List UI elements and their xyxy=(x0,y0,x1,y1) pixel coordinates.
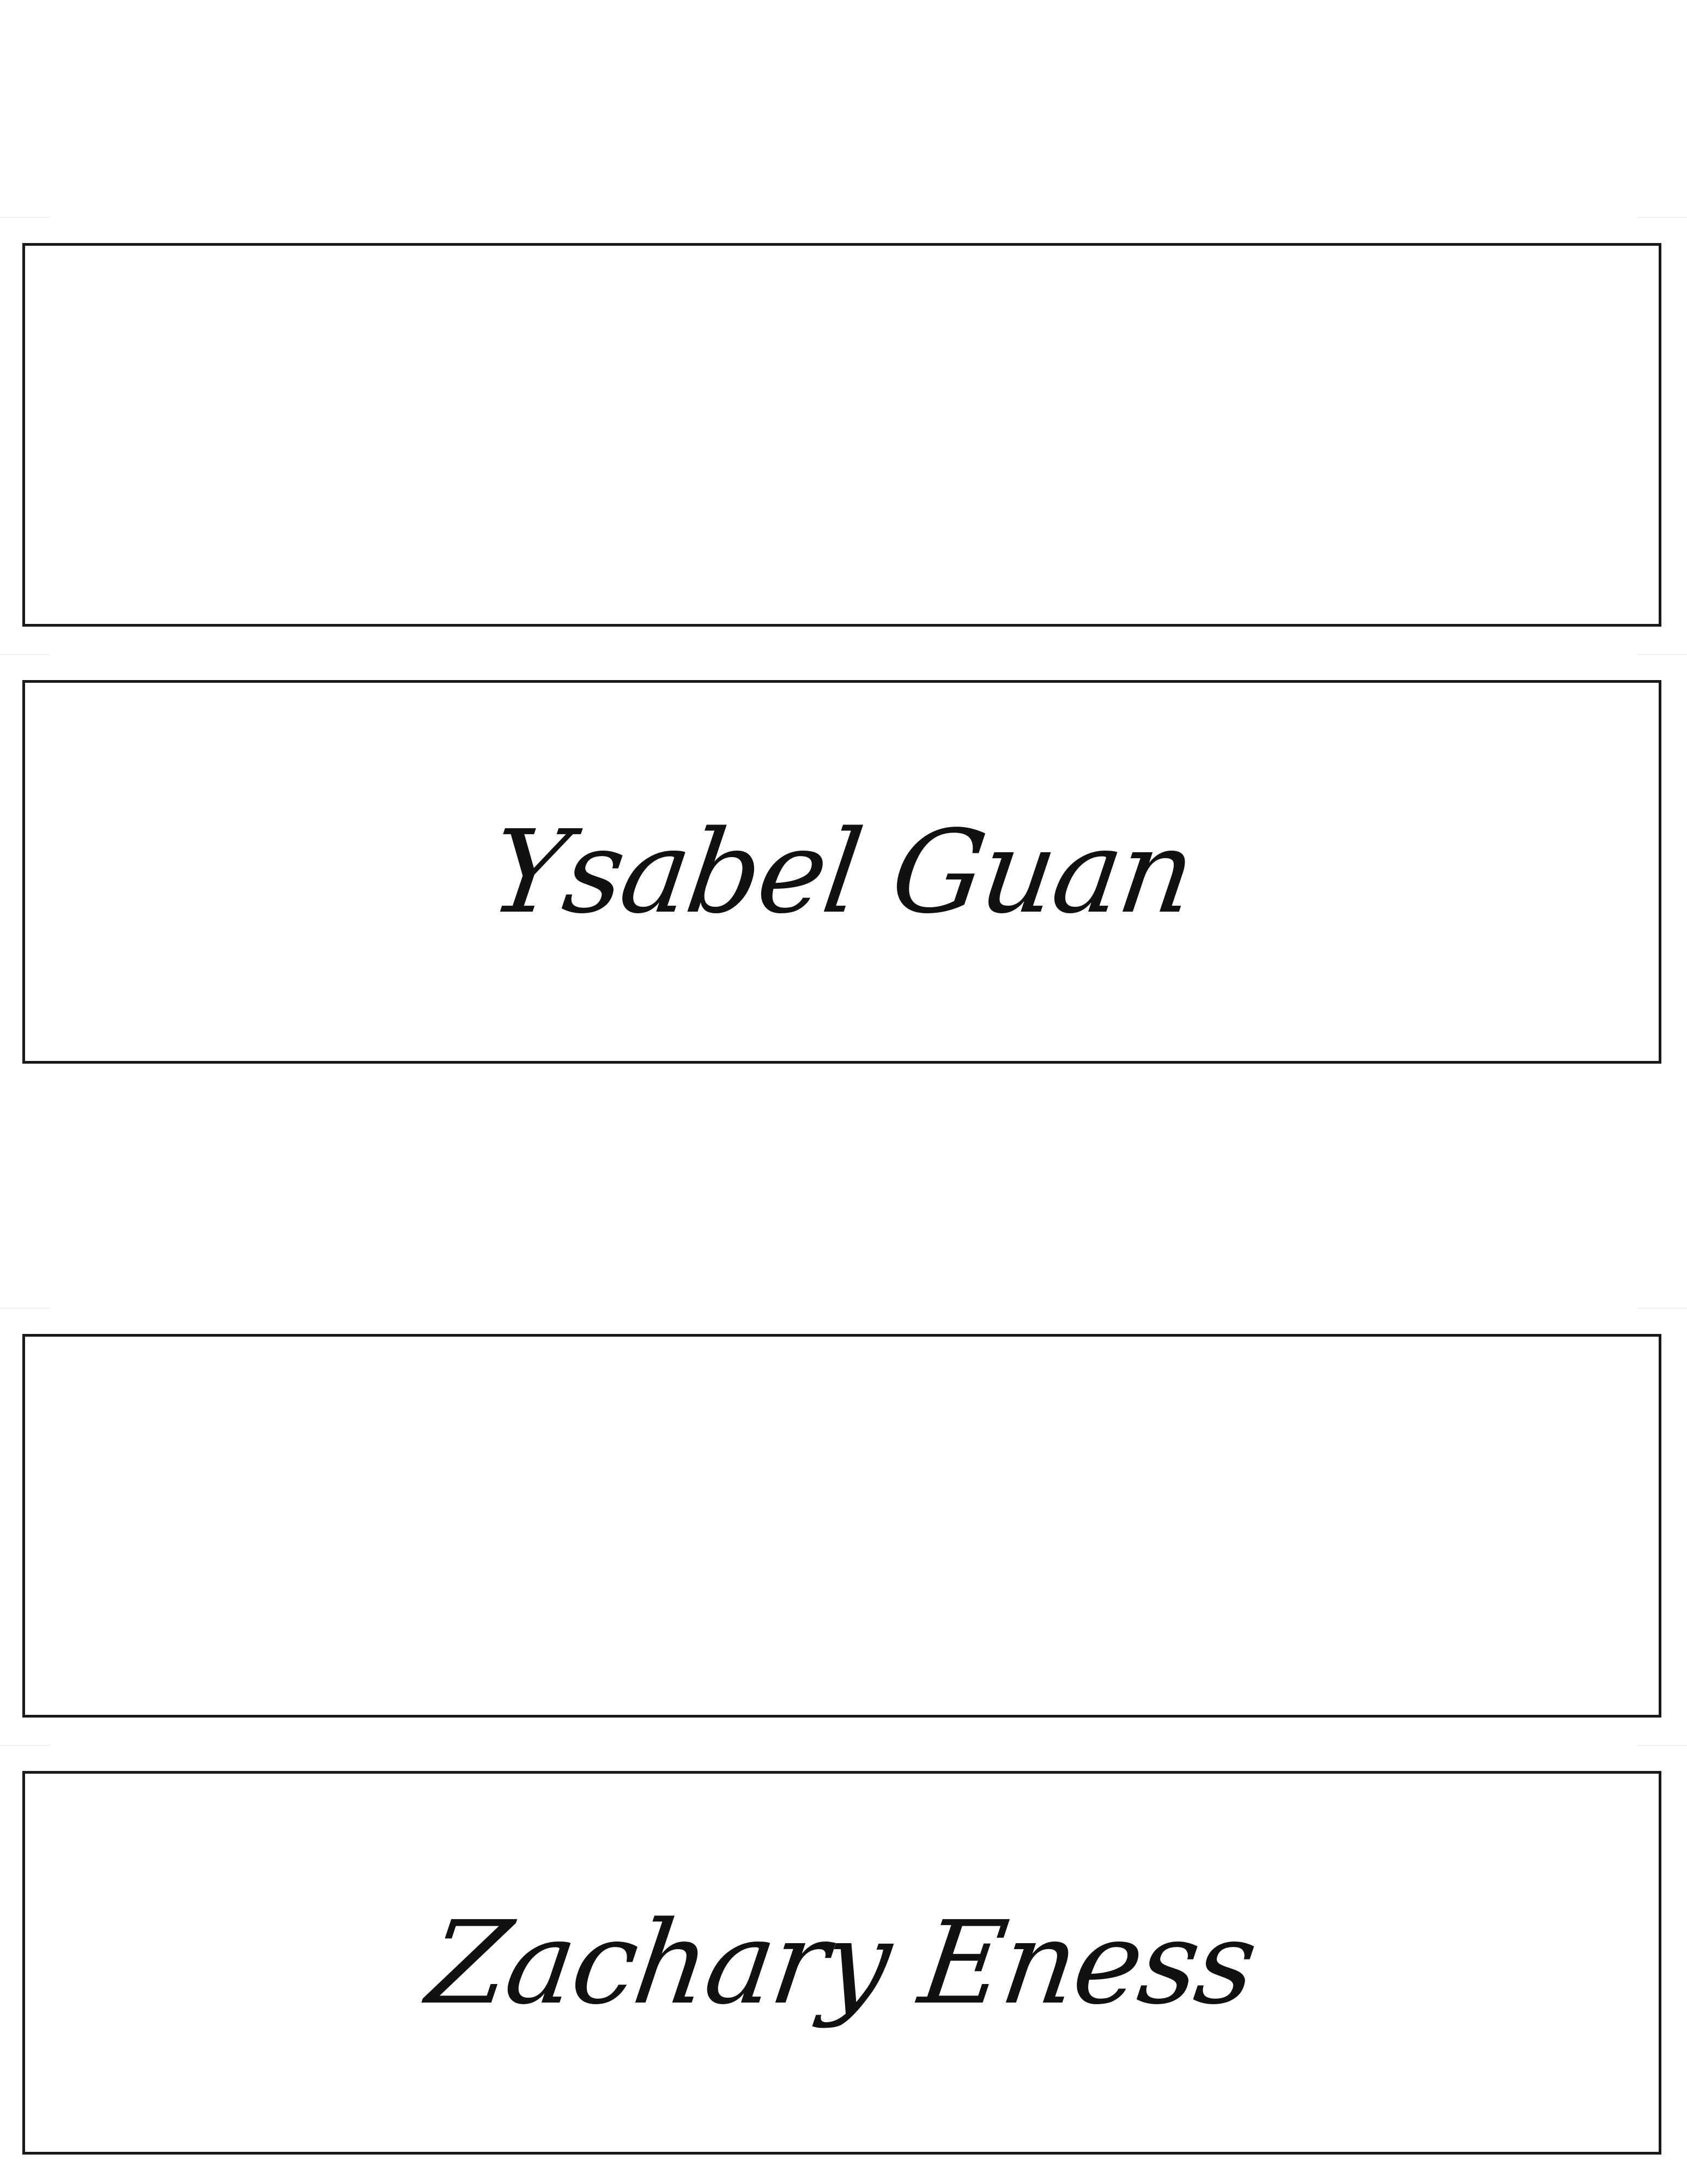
fold-mark-left-2 xyxy=(0,654,50,655)
place-card-1-front-panel xyxy=(22,243,1661,627)
fold-mark-right-2 xyxy=(1637,654,1687,655)
fold-mark-right-4 xyxy=(1637,1745,1687,1746)
fold-mark-right-3 xyxy=(1637,1308,1687,1309)
place-card-1-back-panel: Ysabel Guan xyxy=(22,680,1661,1064)
fold-mark-right-1 xyxy=(1637,217,1687,218)
fold-mark-left-4 xyxy=(0,1745,50,1746)
place-card-2-front-panel xyxy=(22,1334,1661,1718)
fold-mark-left-1 xyxy=(0,217,50,218)
place-card-2-guest-name: Zachary Eness xyxy=(421,1896,1263,2030)
place-card-1-guest-name: Ysabel Guan xyxy=(482,805,1201,939)
fold-mark-left-3 xyxy=(0,1308,50,1309)
place-card-2-back-panel: Zachary Eness xyxy=(22,1771,1661,2155)
